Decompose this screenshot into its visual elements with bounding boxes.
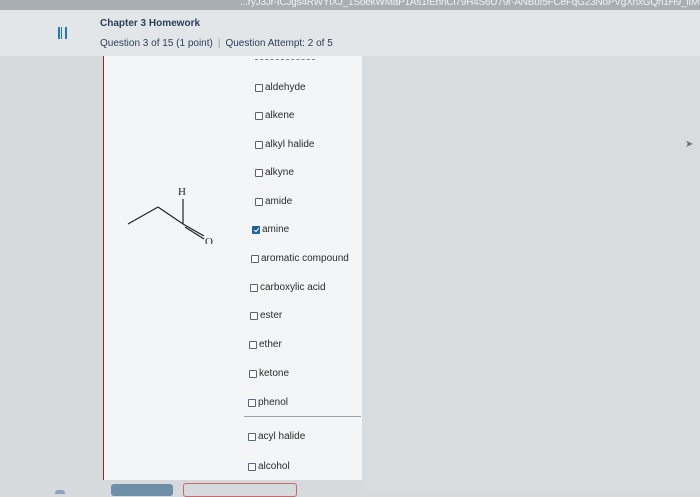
option-label: acyl halide — [258, 431, 306, 442]
option-alcohol[interactable]: alcohol — [248, 461, 290, 472]
checkbox[interactable] — [248, 462, 256, 471]
bond-co-b — [184, 226, 205, 240]
app-header: Chapter 3 Homework Question 3 of 15 (1 p… — [0, 10, 700, 56]
question-number: Question 3 of 15 (1 point) — [100, 38, 213, 49]
scrolled-option-fragment — [255, 56, 315, 60]
option-carboxylic-acid[interactable]: carboxylic acid — [250, 282, 326, 293]
menu-icon — [57, 27, 67, 39]
option-aromatic-compound[interactable]: aromatic compound — [251, 253, 349, 264]
option-alkene[interactable]: alkene — [255, 110, 294, 121]
option-label: ketone — [259, 368, 290, 379]
checkbox[interactable] — [255, 111, 263, 120]
checkbox[interactable] — [249, 340, 257, 349]
option-ester[interactable]: ester — [250, 310, 282, 321]
checkbox[interactable] — [248, 432, 256, 441]
option-label: amine — [262, 224, 290, 235]
menu-button[interactable] — [50, 22, 74, 44]
primary-button[interactable] — [111, 484, 173, 496]
checkbox[interactable] — [248, 398, 256, 407]
option-label: alkyl halide — [265, 139, 315, 150]
right-panel — [362, 56, 700, 492]
options-divider — [244, 416, 361, 417]
atom-o: O — [205, 236, 213, 244]
browser-url-bar[interactable]: ...ryJ3Jr-ICJgs4RWYlXJ_1SoekWMaP1As1fEhn… — [0, 0, 700, 10]
option-label: amide — [265, 196, 293, 207]
option-label: ester — [260, 310, 283, 321]
option-amine[interactable]: amine — [252, 224, 289, 235]
option-alkyl-halide[interactable]: alkyl halide — [255, 139, 314, 150]
option-phenol[interactable]: phenol — [248, 397, 288, 408]
bond-2 — [157, 206, 184, 225]
question-info: Question 3 of 15 (1 point) | Question Atte… — [100, 38, 333, 49]
checkbox[interactable] — [255, 83, 263, 92]
atom-h: H — [178, 186, 186, 198]
option-label: alkene — [265, 110, 295, 121]
option-ketone[interactable]: ketone — [249, 368, 289, 379]
header-separator: | — [217, 38, 221, 49]
checkbox[interactable] — [255, 197, 263, 206]
bond-co-a — [182, 223, 205, 237]
option-ether[interactable]: ether — [249, 339, 282, 350]
option-acyl-halide[interactable]: acyl halide — [248, 431, 305, 442]
checkbox[interactable] — [249, 369, 257, 378]
bond-1 — [127, 206, 159, 225]
option-alkyne[interactable]: alkyne — [255, 167, 294, 178]
bottom-tab[interactable] — [55, 490, 65, 494]
mouse-cursor-icon: ➤ — [685, 139, 694, 150]
option-label: ether — [259, 339, 282, 350]
option-label: aldehyde — [265, 82, 306, 93]
checkbox[interactable] — [250, 311, 258, 320]
option-label: carboxylic acid — [260, 282, 326, 293]
checkbox[interactable] — [255, 140, 263, 149]
option-amide[interactable]: amide — [255, 196, 292, 207]
checkbox[interactable] — [252, 225, 260, 234]
option-label: alcohol — [258, 461, 290, 472]
url-text: ...ryJ3Jr-ICJgs4RWYlXJ_1SoekWMaP1As1fEhn… — [240, 0, 700, 8]
question-content: H O aldehyde alkene alkyl halide alkyne amid… — [0, 56, 700, 492]
homework-title: Chapter 3 Homework — [100, 18, 201, 29]
checkbox[interactable] — [251, 254, 259, 263]
attempt-count: Question Attempt: 2 of 5 — [225, 38, 333, 49]
option-aldehyde[interactable]: aldehyde — [255, 82, 306, 93]
checkbox[interactable] — [250, 283, 258, 292]
checkbox[interactable] — [255, 168, 263, 177]
molecule-structure: H O — [127, 186, 213, 244]
secondary-button[interactable] — [183, 483, 297, 497]
option-label: alkyne — [265, 167, 294, 178]
option-label: phenol — [258, 397, 289, 408]
option-label: aromatic compound — [261, 253, 349, 264]
